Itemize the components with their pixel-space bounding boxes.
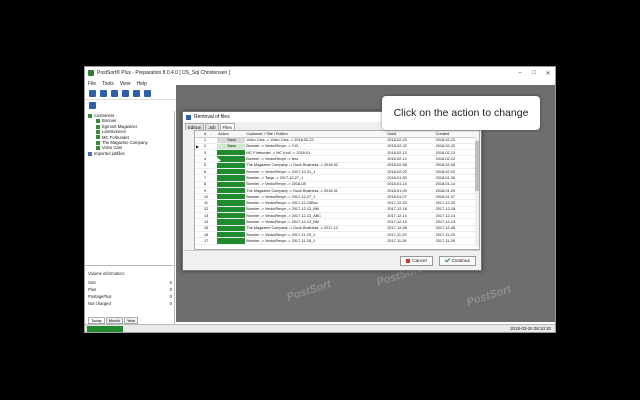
watermark-text: PostSort xyxy=(465,283,513,309)
customer-icon xyxy=(96,129,100,134)
dialog-footer: Cancel Continue xyxy=(183,250,481,270)
window-title: PostSort® Plus - Preparation 8.0.4.0 [ D… xyxy=(97,70,230,76)
cancel-icon xyxy=(406,258,411,263)
grid-scrollbar[interactable] xyxy=(475,137,479,247)
created-date: 2017-11-28 xyxy=(434,237,479,245)
minimize-icon[interactable]: – xyxy=(513,70,527,77)
package-icon[interactable] xyxy=(111,90,118,97)
grid-icon[interactable] xyxy=(122,90,129,97)
left-panel: Customers Bonnier Egmont Magasiner Larmk… xyxy=(85,111,175,332)
title-bar: PostSort® Plus - Preparation 8.0.4.0 [ D… xyxy=(85,67,555,79)
customer-title-edition: Bonnier -> VeckoRevyn -> 2017-11-28_1 xyxy=(245,237,387,245)
import-icon xyxy=(88,151,92,156)
menu-view[interactable]: View xyxy=(120,81,131,87)
tab-job[interactable]: Job xyxy=(205,123,219,130)
customer-icon xyxy=(96,140,100,145)
dialog-icon xyxy=(186,114,191,120)
menu-tools[interactable]: Tools xyxy=(102,81,114,87)
cancel-button[interactable]: Cancel xyxy=(400,255,433,266)
volume-info: Volume information: Sort 0 Plus 0 PostageP… xyxy=(88,271,172,307)
volume-row: PostagePlus 0 xyxy=(88,294,172,299)
customer-icon xyxy=(96,135,100,140)
tutorial-callout: Click on the action to change xyxy=(382,96,540,130)
watermark-text: PostSort xyxy=(285,278,333,304)
close-icon[interactable]: ✕ xyxy=(541,70,555,77)
tab-edition[interactable]: Edition xyxy=(185,123,205,130)
status-datetime: 2018-03-26 08:10:30 xyxy=(510,326,551,331)
status-progress-bar xyxy=(87,325,123,332)
volume-row: Not charged 0 xyxy=(88,301,172,306)
document-icon[interactable] xyxy=(89,102,96,109)
folder-icon xyxy=(88,113,92,118)
customer-tree: Customers Bonnier Egmont Magasiner Larmk… xyxy=(85,111,174,266)
tab-today[interactable]: Today xyxy=(88,317,105,324)
callout-text: Click on the action to change xyxy=(393,107,529,119)
tab-files[interactable]: Files xyxy=(219,123,235,130)
used-date: 2017-11-28 xyxy=(386,237,435,245)
menu-file[interactable]: File xyxy=(88,81,96,87)
status-bar: 2018-03-26 08:10:30 xyxy=(85,324,555,332)
table-icon[interactable] xyxy=(133,90,140,97)
print-icon[interactable] xyxy=(89,90,96,97)
continue-button[interactable]: Continue xyxy=(438,255,476,266)
volume-row: Sort 0 xyxy=(88,280,172,285)
tab-year[interactable]: Year xyxy=(123,317,138,324)
removal-dialog: Removal of files Edition Job Files # Act… xyxy=(182,111,482,271)
customer-icon xyxy=(96,124,100,129)
volume-tabs: Today Month Year xyxy=(88,317,138,324)
dialog-title: Removal of files xyxy=(194,114,230,120)
app-logo-icon xyxy=(88,70,94,76)
menu-help[interactable]: Help xyxy=(137,81,147,87)
tree-item-imported[interactable]: Imported jobfiles xyxy=(88,151,174,156)
files-grid: # Action Customer / Title / Edition Used… xyxy=(194,130,480,250)
customer-icon xyxy=(96,146,100,151)
scrollbar-thumb[interactable] xyxy=(475,141,479,191)
tab-month[interactable]: Month xyxy=(105,317,123,324)
row-pointer xyxy=(195,237,204,245)
action-cell[interactable] xyxy=(217,237,246,245)
list-icon[interactable] xyxy=(100,90,107,97)
row-number: 17 xyxy=(203,237,218,245)
maximize-icon[interactable]: □ xyxy=(527,70,541,77)
volume-row: Plus 0 xyxy=(88,287,172,292)
checkmark-icon xyxy=(444,256,450,263)
customer-icon xyxy=(96,119,100,124)
volume-heading: Volume information: xyxy=(88,271,126,276)
report-icon[interactable] xyxy=(144,90,151,97)
table-row[interactable]: 17 Bonnier -> VeckoRevyn -> 2017-11-28_1 2… xyxy=(195,237,479,245)
